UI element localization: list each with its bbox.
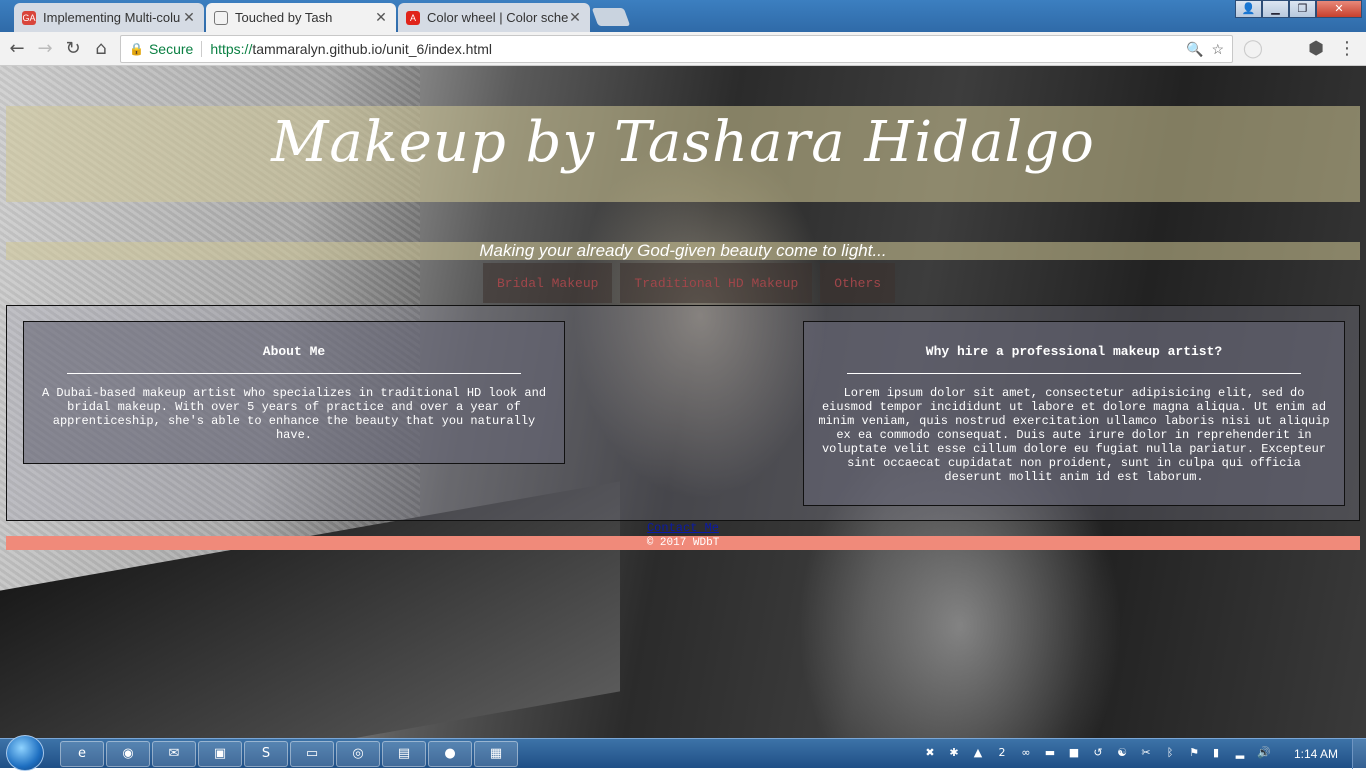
page-icon: [214, 10, 228, 25]
tray-app-icon[interactable]: ✖: [922, 745, 938, 761]
zoom-app-icon[interactable]: ◉: [106, 741, 150, 767]
star-icon[interactable]: ☆: [1211, 41, 1224, 58]
url-scheme: https://: [210, 41, 253, 57]
start-button[interactable]: [6, 735, 44, 771]
about-card: About Me A Dubai-based makeup artist who…: [23, 321, 565, 464]
messenger-icon[interactable]: ✉: [152, 741, 196, 767]
divider: [67, 373, 521, 374]
minimize-button[interactable]: ▁: [1262, 0, 1289, 18]
divider: [847, 373, 1301, 374]
flag-icon[interactable]: ⚑: [1186, 745, 1202, 761]
url-path: tammaralyn.github.io/unit_6/index.html: [252, 41, 493, 57]
tagline: Making your already God-given beauty com…: [479, 241, 887, 260]
media-app-icon[interactable]: ▤: [382, 741, 426, 767]
tray-drive-icon[interactable]: ▬: [1042, 745, 1058, 761]
extension-circle-icon[interactable]: ◯: [1242, 38, 1264, 60]
back-icon[interactable]: ←: [6, 38, 28, 60]
main-nav: Bridal Makeup Traditional HD Makeup Othe…: [483, 263, 896, 303]
close-tab-icon[interactable]: ✕: [182, 9, 196, 26]
tab-touched-by-tash[interactable]: Touched by Tash ✕: [206, 3, 396, 32]
show-desktop-button[interactable]: [1352, 739, 1366, 769]
why-heading: Why hire a professional makeup artist?: [925, 344, 1223, 359]
close-tab-icon[interactable]: ✕: [568, 9, 582, 26]
presentation-app-icon[interactable]: ▣: [198, 741, 242, 767]
lock-icon: 🔒: [129, 42, 144, 56]
tray-tools-icon[interactable]: ✂: [1138, 745, 1154, 761]
taskbar: e ◉ ✉ ▣ S ▭ ◎ ▤ ● ▦ ✖ ✱ ▲ 2 ∞ ▬ ■ ↺ ☯ ✂ …: [0, 735, 1366, 771]
volume-icon[interactable]: 🔊: [1256, 745, 1272, 761]
secure-label: Secure: [148, 41, 194, 57]
content-section: About Me A Dubai-based makeup artist who…: [6, 305, 1360, 521]
nav-others[interactable]: Others: [820, 263, 896, 303]
about-body: A Dubai-based makeup artist who speciali…: [41, 386, 547, 442]
forward-icon[interactable]: →: [34, 38, 56, 60]
maximize-button[interactable]: ❐: [1289, 0, 1316, 18]
reload-icon[interactable]: ↻: [62, 38, 84, 60]
tray-nvidia-icon[interactable]: ■: [1066, 745, 1082, 761]
home-icon[interactable]: ⌂: [90, 38, 112, 60]
tray-orange-icon[interactable]: ▲: [970, 745, 986, 761]
window-controls: 👤 ▁ ❐ ✕: [1235, 0, 1362, 18]
battery-icon[interactable]: ▮: [1208, 745, 1224, 761]
divider: [201, 41, 203, 57]
nav-traditional-hd-makeup[interactable]: Traditional HD Makeup: [620, 263, 813, 303]
tab-title: Touched by Tash: [235, 10, 333, 25]
address-bar[interactable]: 🔒 Secure https://tammaralyn.github.io/un…: [120, 35, 1233, 63]
user-icon[interactable]: 👤: [1235, 0, 1262, 18]
signal-icon[interactable]: ▂: [1232, 745, 1248, 761]
close-window-button[interactable]: ✕: [1316, 0, 1362, 18]
tray-link-icon[interactable]: ∞: [1018, 745, 1034, 761]
ga-icon: GA: [22, 10, 36, 25]
tab-title: Color wheel | Color sche: [427, 10, 568, 25]
tab-implementing[interactable]: GA Implementing Multi-colu ✕: [14, 3, 204, 32]
tray-network-icon[interactable]: ✱: [946, 745, 962, 761]
extension-shield-icon[interactable]: ⬢: [1305, 38, 1327, 60]
computer-icon[interactable]: ▭: [290, 741, 334, 767]
tray-sync-icon[interactable]: ☯: [1114, 745, 1130, 761]
tab-title: Implementing Multi-colu: [43, 10, 181, 25]
skype-icon[interactable]: S: [244, 741, 288, 767]
nav-bridal-makeup[interactable]: Bridal Makeup: [483, 263, 613, 303]
menu-icon[interactable]: ⋮: [1336, 38, 1358, 60]
site-title: Makeup by Tashara Hidalgo: [271, 110, 1095, 175]
new-tab-button[interactable]: [591, 8, 631, 26]
purple-app-icon[interactable]: ●: [428, 741, 472, 767]
file-explorer-icon[interactable]: ▦: [474, 741, 518, 767]
tray-connect-icon[interactable]: ↺: [1090, 745, 1106, 761]
bluetooth-icon[interactable]: ᛒ: [1162, 745, 1178, 761]
tab-color-wheel[interactable]: A Color wheel | Color sche ✕: [398, 3, 590, 32]
chrome-icon[interactable]: ◎: [336, 741, 380, 767]
why-body: Lorem ipsum dolor sit amet, consectetur …: [818, 386, 1330, 484]
browser-toolbar: ← → ↻ ⌂ 🔒 Secure https://tammaralyn.gith…: [0, 32, 1366, 66]
tray-badge-icon[interactable]: 2: [994, 745, 1010, 761]
zoom-icon[interactable]: 🔍: [1186, 41, 1203, 58]
clock[interactable]: 1:14 AM: [1294, 747, 1338, 761]
tab-strip: GA Implementing Multi-colu ✕ Touched by …: [0, 0, 1366, 32]
close-tab-icon[interactable]: ✕: [374, 9, 388, 26]
web-page: Makeup by Tashara Hidalgo Making your al…: [0, 66, 1366, 738]
copyright: © 2017 WDbT: [646, 537, 720, 549]
adobe-icon: A: [406, 10, 420, 25]
about-heading: About Me: [262, 344, 326, 359]
contact-link[interactable]: Contact Me: [0, 521, 1366, 535]
ie-icon[interactable]: e: [60, 741, 104, 767]
why-hire-card: Why hire a professional makeup artist? L…: [803, 321, 1345, 506]
